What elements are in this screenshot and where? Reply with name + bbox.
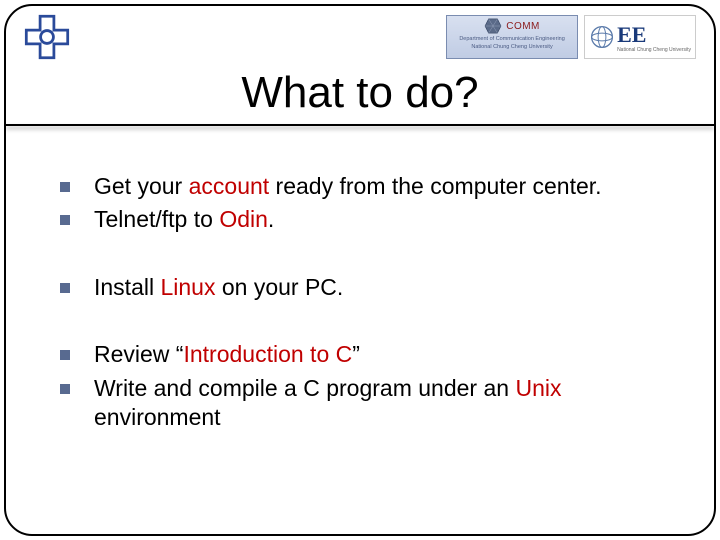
list-item: Write and compile a C program under an U… — [60, 374, 674, 433]
bullet-text: Telnet/ftp to Odin. — [94, 205, 674, 234]
ee-text: EE — [617, 22, 691, 48]
bullet-icon — [60, 182, 70, 192]
right-logo-group: COMM Department of Communication Enginee… — [446, 15, 696, 59]
slide-content: Get your account ready from the computer… — [60, 172, 674, 514]
list-item: Install Linux on your PC. — [60, 273, 674, 302]
comm-dept-logo: COMM Department of Communication Enginee… — [446, 15, 578, 59]
comm-sub2: National Chung Cheng University — [471, 44, 552, 50]
ee-sub: National Chung Cheng University — [617, 48, 691, 53]
ee-dept-logo: EE National Chung Cheng University — [584, 15, 696, 59]
slide-frame: COMM Department of Communication Enginee… — [4, 4, 716, 536]
hexagon-icon — [484, 18, 502, 34]
highlight: Unix — [515, 375, 561, 401]
cross-emblem-icon — [24, 14, 70, 60]
bullet-icon — [60, 384, 70, 394]
bullet-text: Install Linux on your PC. — [94, 273, 674, 302]
bullet-text: Review “Introduction to C” — [94, 340, 674, 369]
highlight: Linux — [160, 274, 215, 300]
comm-label: COMM — [506, 21, 540, 32]
list-item: Get your account ready from the computer… — [60, 172, 674, 201]
bullet-text: Get your account ready from the computer… — [94, 172, 674, 201]
bullet-text: Write and compile a C program under an U… — [94, 374, 674, 433]
globe-icon — [589, 24, 615, 50]
bullet-icon — [60, 215, 70, 225]
list-item: Telnet/ftp to Odin. — [60, 205, 674, 234]
comm-sub1: Department of Communication Engineering — [459, 36, 564, 42]
list-item: Review “Introduction to C” — [60, 340, 674, 369]
highlight: account — [189, 173, 270, 199]
header-logos: COMM Department of Communication Enginee… — [6, 6, 714, 62]
title-underline — [6, 124, 714, 126]
bullet-icon — [60, 350, 70, 360]
highlight: Odin — [219, 206, 268, 232]
left-university-logo — [24, 14, 70, 60]
highlight: Introduction to C — [183, 341, 352, 367]
slide-title: What to do? — [6, 68, 714, 118]
bullet-icon — [60, 283, 70, 293]
title-area: What to do? — [6, 68, 714, 126]
